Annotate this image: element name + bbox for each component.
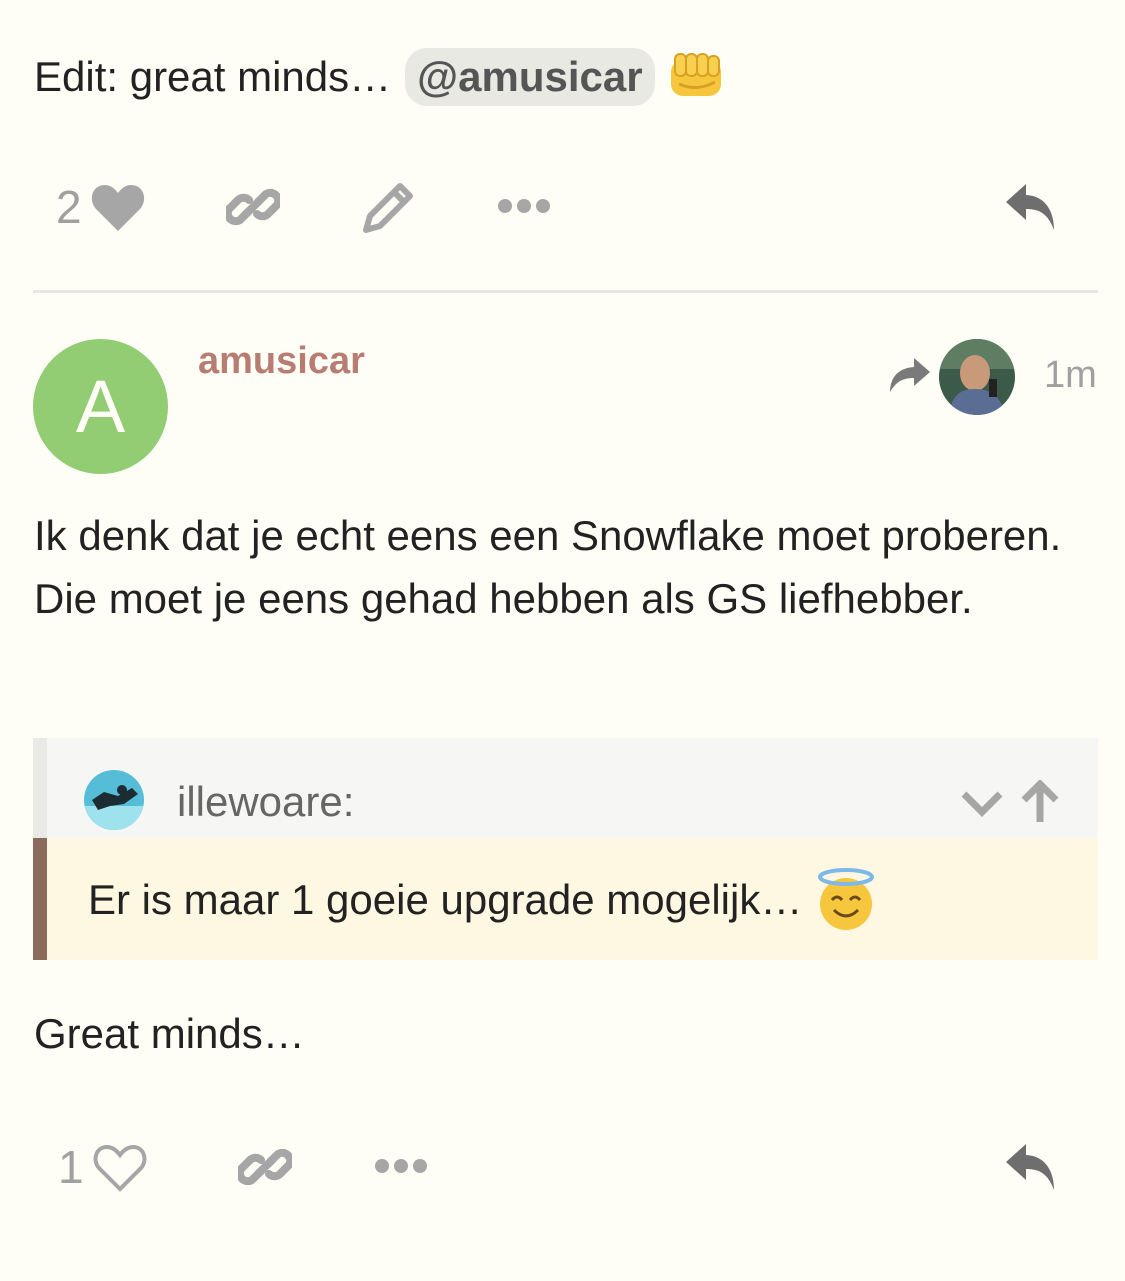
quote-user-avatar[interactable] <box>84 770 144 830</box>
quote-text: Er is maar 1 goeie upgrade mogelijk… <box>88 876 803 923</box>
link-icon <box>226 188 280 226</box>
post2-reply-button[interactable] <box>1004 1142 1060 1194</box>
post2-timestamp[interactable]: 1m <box>1044 354 1097 397</box>
post1-reply-button[interactable] <box>1004 182 1060 234</box>
post1-edit-text: Edit: great minds… <box>34 53 392 100</box>
post2-username[interactable]: amusicar <box>198 340 365 383</box>
post2-more-button[interactable] <box>375 1154 427 1178</box>
link-icon <box>238 1148 292 1186</box>
post2-link-button[interactable] <box>238 1140 292 1194</box>
reply-to-avatar[interactable] <box>939 339 1015 415</box>
post1-edit-button[interactable] <box>362 180 416 234</box>
post1-like-count: 2 <box>56 181 82 233</box>
post2-like-button[interactable]: 1 <box>58 1140 148 1194</box>
user-avatar[interactable]: A <box>33 339 168 474</box>
pencil-icon <box>363 183 413 233</box>
post-divider <box>33 290 1098 293</box>
arrow-up-icon[interactable] <box>1018 780 1062 824</box>
heart-outline-icon <box>93 1144 147 1192</box>
fist-bump-emoji-icon <box>670 53 721 96</box>
quote-text-row: Er is maar 1 goeie upgrade mogelijk… <box>88 868 878 932</box>
chevron-down-icon[interactable] <box>960 786 1004 822</box>
heart-filled-icon <box>91 185 144 231</box>
post1-edit-line: Edit: great minds… @amusicar <box>34 48 727 106</box>
post2-actions: 1 <box>0 1140 1125 1200</box>
innocent-emoji-icon <box>818 868 875 930</box>
mention-link[interactable]: @amusicar <box>405 48 655 106</box>
more-dots-icon <box>498 199 550 213</box>
reply-icon <box>1006 184 1054 230</box>
post1-more-button[interactable] <box>498 194 550 218</box>
reply-to-arrow-icon <box>890 358 930 392</box>
reply-icon <box>1006 1144 1054 1190</box>
quote-username: illewoare: <box>177 778 355 825</box>
post2-like-count: 1 <box>58 1141 84 1193</box>
post1-actions: 2 <box>0 180 1125 240</box>
post1-link-button[interactable] <box>226 180 280 234</box>
post1-like-button[interactable]: 2 <box>56 180 146 234</box>
post2-body-text: Ik denk dat je echt eens een Snowflake m… <box>34 512 1062 622</box>
post2-closing-text: Great minds… <box>34 1010 305 1057</box>
more-dots-icon <box>375 1159 427 1173</box>
